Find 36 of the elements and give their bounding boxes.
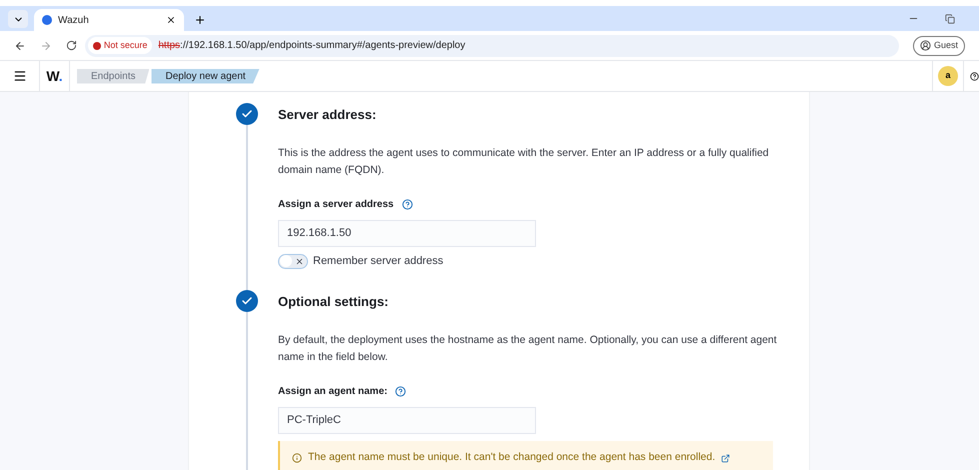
favicon-icon: [42, 15, 52, 25]
toggle-switch[interactable]: [278, 254, 308, 269]
step-title: Optional settings:: [278, 292, 390, 311]
step-description: By default, the deployment uses the hostname as the agent name. Optionally, you can use a different agent name in the field below.: [278, 332, 778, 364]
help-icon[interactable]: [970, 72, 979, 80]
restore-icon[interactable]: [945, 14, 955, 24]
help-icon[interactable]: [395, 386, 406, 396]
new-tab-icon[interactable]: [194, 14, 206, 26]
profile-button[interactable]: Guest: [912, 36, 965, 56]
user-avatar[interactable]: a: [938, 66, 958, 86]
breadcrumb[interactable]: Deploy new agent: [151, 68, 260, 84]
browser-tab[interactable]: Wazuh: [34, 9, 184, 31]
field-label: Assign an agent name:: [278, 384, 388, 398]
tab-title: Wazuh: [58, 14, 90, 28]
breadcrumb[interactable]: Endpoints: [77, 68, 150, 84]
callout-text: The agent name must be unique. It can't be changed once the agent has been enrolled.: [308, 450, 716, 466]
toggle-label: Remember server address: [313, 254, 444, 269]
close-tab-icon[interactable]: [166, 15, 176, 25]
external-link-icon[interactable]: [721, 454, 730, 462]
url-text: https://192.168.1.50/app/endpoints-summary#/agents-preview/deploy: [158, 39, 466, 53]
step-description: This is the address the agent uses to communicate with the server. Enter an IP address or a fully qualified domain name (FQDN).: [278, 146, 770, 178]
logo[interactable]: W.: [46, 66, 63, 86]
security-chip[interactable]: Not secure: [88, 37, 152, 54]
cross-icon: [295, 256, 304, 266]
menu-icon[interactable]: [12, 69, 26, 83]
tab-list-button[interactable]: [8, 10, 28, 28]
help-icon[interactable]: [402, 199, 413, 210]
info-icon: [292, 453, 302, 463]
field-label: Assign a server address: [278, 198, 394, 212]
user-icon: [920, 40, 931, 51]
text-field[interactable]: 192.168.1.50: [278, 220, 536, 247]
text-field[interactable]: PC-TripleC: [278, 406, 536, 434]
step-title: Server address:: [278, 106, 378, 124]
reload-icon[interactable]: [66, 40, 77, 51]
back-icon[interactable]: [14, 40, 26, 52]
address-bar[interactable]: Not secure https://192.168.1.50/app/endpoints-summary#/agents-preview/deploy: [84, 34, 899, 56]
